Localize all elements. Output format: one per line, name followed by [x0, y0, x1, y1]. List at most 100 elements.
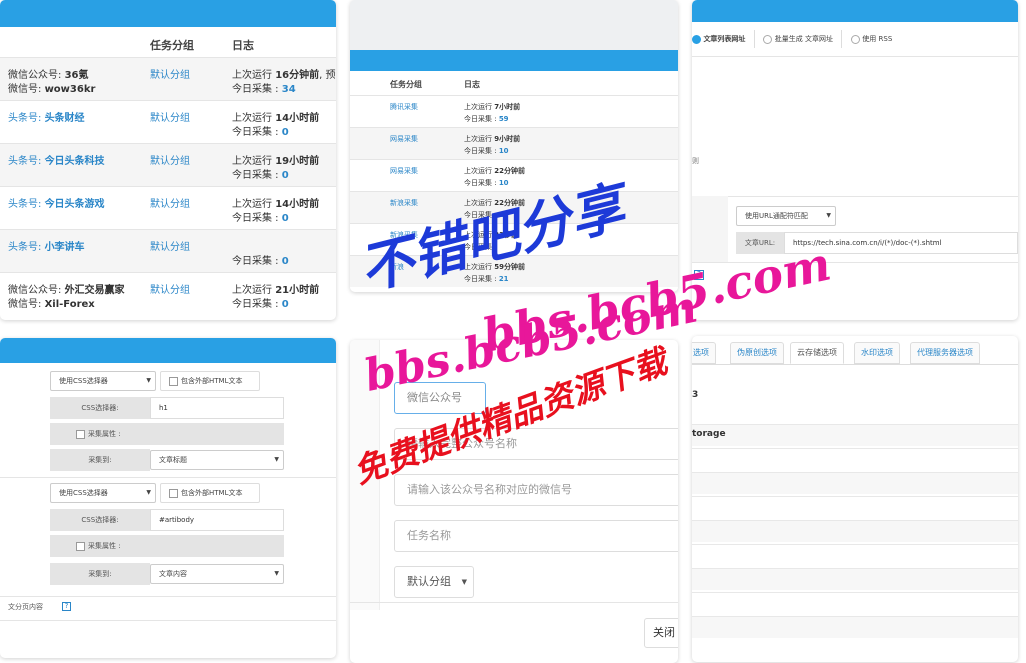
log-label: 今日采集 :: [464, 147, 499, 155]
radio-batch-urls[interactable]: [763, 34, 773, 44]
collect-attr-row[interactable]: 采集属性 :: [50, 535, 284, 557]
pagination-label: 文分页内容: [8, 603, 43, 611]
match-mode-select[interactable]: 使用URL通配符匹配 ▼: [736, 206, 836, 226]
option-row: [692, 448, 1018, 470]
panel-header-bar: [692, 0, 1018, 22]
log-label: 今日采集 :: [232, 84, 282, 95]
tab-proxy[interactable]: 代理服务器选项: [910, 342, 980, 364]
option-row: [692, 568, 1018, 590]
today-count: 0: [281, 299, 289, 310]
selector-mode-select[interactable]: 使用CSS选择器 ▼: [50, 371, 156, 391]
checkbox-icon: [169, 376, 178, 386]
divider: [692, 364, 1018, 365]
group-select[interactable]: 默认分组 ▼: [394, 566, 474, 598]
group-link[interactable]: 默认分组: [150, 238, 190, 253]
last-run: 7小时前: [494, 103, 521, 111]
option-row: [692, 592, 1018, 614]
divider: [0, 477, 336, 478]
divider: [692, 196, 1018, 197]
radio-article-list[interactable]: [692, 34, 701, 44]
collect-to-value: 文章内容: [159, 570, 187, 578]
row-label: 头条号:: [8, 242, 45, 253]
include-html-checkbox[interactable]: 包含外部HTML文本: [160, 483, 260, 503]
selector-panel: 使用CSS选择器 ▼ 包含外部HTML文本 CSS选择器: h1 采集属性 : 采…: [0, 338, 336, 658]
log-label: 今日采集 :: [232, 256, 282, 267]
checkbox-icon: [76, 429, 85, 439]
css-selector-input[interactable]: #artibody: [150, 509, 284, 531]
group-link[interactable]: 默认分组: [150, 281, 190, 296]
tab-options[interactable]: 选项: [692, 342, 716, 364]
group-select-value: 默认分组: [407, 575, 451, 588]
collect-attr-row[interactable]: 采集属性 :: [50, 423, 284, 445]
account-id: wow36kr: [44, 84, 96, 95]
collect-attr-label: 采集属性 :: [88, 542, 121, 550]
panel-header-bar: [350, 50, 678, 71]
collect-to-select[interactable]: 文章内容 ▼: [150, 564, 284, 584]
match-mode-value: 使用URL通配符匹配: [745, 212, 808, 220]
include-html-label: 包含外部HTML文本: [181, 489, 243, 497]
collect-to-label: 采集到:: [50, 449, 150, 471]
group-link[interactable]: 默认分组: [150, 66, 190, 81]
accounts-panel: 任务分组 日志 微信公众号: 36氪 微信号: wow36kr 默认分组 上次运…: [0, 0, 336, 320]
divider: [0, 596, 336, 597]
table-row: 头条号: 小李讲车 默认分组 今日采集 : 0: [0, 229, 336, 272]
group-link[interactable]: 默认分组: [150, 195, 190, 210]
option-row: [692, 472, 1018, 494]
log-label: 今日采集 :: [464, 179, 499, 187]
option-row: 3: [692, 386, 1018, 408]
tab-watermark[interactable]: 水印选项: [854, 342, 900, 364]
today-count: 10: [498, 179, 509, 187]
last-run: 9小时前: [494, 135, 521, 143]
help-icon[interactable]: ?: [62, 602, 71, 611]
selector-mode-select[interactable]: 使用CSS选择器 ▼: [50, 483, 156, 503]
account-name[interactable]: 今日头条游戏: [45, 199, 105, 210]
group-link[interactable]: 网易采集: [390, 166, 418, 176]
accounts-table-header: 任务分组 日志: [0, 27, 336, 57]
table-row: 网易采集 上次运行 9小时前 今日采集 : 10: [350, 127, 678, 159]
group-link[interactable]: 腾讯采集: [390, 102, 418, 112]
today-count: 0: [281, 170, 289, 181]
option-row: [692, 496, 1018, 518]
include-html-label: 包含外部HTML文本: [181, 377, 243, 385]
account-name[interactable]: 今日头条科技: [45, 156, 105, 167]
tab-pseudo-original[interactable]: 伪原创选项: [730, 342, 784, 364]
option-row: [692, 520, 1018, 542]
divider: [0, 620, 336, 621]
row-label: 微信号:: [8, 299, 45, 310]
caret-down-icon: ▼: [274, 456, 279, 463]
include-html-checkbox[interactable]: 包含外部HTML文本: [160, 371, 260, 391]
account-name[interactable]: 小李讲车: [45, 242, 85, 253]
caret-down-icon: ▼: [274, 570, 279, 577]
wechat-id-input[interactable]: 请输入该公众号名称对应的微信号: [394, 474, 678, 506]
group-link[interactable]: 默认分组: [150, 152, 190, 167]
column-task-group: 任务分组: [390, 80, 422, 89]
css-selector-label: CSS选择器:: [50, 397, 150, 419]
radio-rss-label: 使用 RSS: [862, 35, 893, 43]
group-link[interactable]: 默认分组: [150, 109, 190, 124]
today-count: 59: [498, 115, 509, 123]
divider: [350, 602, 678, 603]
log-label: 上次运行: [464, 135, 495, 143]
collect-to-select[interactable]: 文章标题 ▼: [150, 450, 284, 470]
tab-cloud-storage[interactable]: 云存储选项: [790, 342, 844, 364]
group-link[interactable]: 新浪采集: [390, 198, 418, 208]
account-name[interactable]: 头条财经: [45, 113, 85, 124]
row-label: 头条号:: [8, 113, 45, 124]
last-run: 22分钟前: [494, 167, 525, 175]
side-label: 则: [692, 157, 699, 165]
left-gutter: [692, 196, 728, 262]
close-button[interactable]: 关闭: [644, 618, 678, 648]
radio-batch-urls-label: 批量生成 文章网址: [774, 35, 833, 43]
task-name-input[interactable]: 任务名称: [394, 520, 678, 552]
selector-mode-value: 使用CSS选择器: [59, 489, 108, 497]
log-label: 今日采集 :: [232, 299, 282, 310]
today-count: 34: [281, 84, 296, 95]
selector-mode-value: 使用CSS选择器: [59, 377, 108, 385]
caret-down-icon: ▼: [826, 212, 831, 219]
radio-rss[interactable]: [850, 34, 860, 44]
option-value: 3: [692, 390, 699, 400]
group-link[interactable]: 网易采集: [390, 134, 418, 144]
row-label: 头条号:: [8, 199, 45, 210]
radio-article-list-label: 文章列表网址: [703, 35, 746, 43]
css-selector-input[interactable]: h1: [150, 397, 284, 419]
